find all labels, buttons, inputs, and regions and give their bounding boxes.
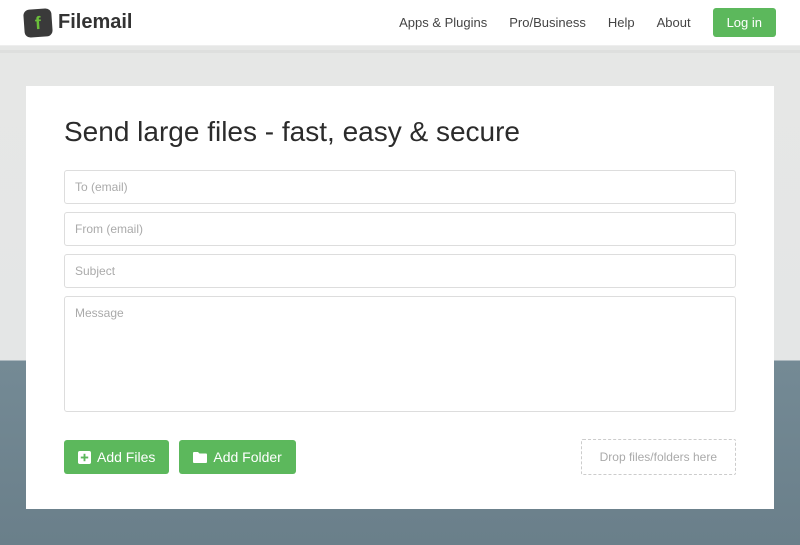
nav: Apps & Plugins Pro/Business Help About L… [399,8,776,37]
from-email-field[interactable] [64,212,736,246]
add-folder-button[interactable]: Add Folder [179,440,295,474]
logo-glyph-icon: f [23,8,53,38]
to-email-field[interactable] [64,170,736,204]
page-title: Send large files - fast, easy & secure [64,116,736,148]
nav-help[interactable]: Help [608,15,635,30]
plus-box-icon [78,451,91,464]
subject-field[interactable] [64,254,736,288]
brand-name: Filemail [58,11,132,34]
login-button[interactable]: Log in [713,8,776,37]
message-field[interactable] [64,296,736,412]
folder-icon [193,451,207,463]
nav-about[interactable]: About [657,15,691,30]
dropzone[interactable]: Drop files/folders here [581,439,736,475]
hero-background: Send large files - fast, easy & secure A… [0,46,800,545]
add-files-label: Add Files [97,449,155,465]
actions-row: Add Files Add Folder Drop files/folders … [64,439,736,475]
header: f Filemail Apps & Plugins Pro/Business H… [0,0,800,46]
add-files-button[interactable]: Add Files [64,440,169,474]
add-folder-label: Add Folder [213,449,281,465]
button-row: Add Files Add Folder [64,440,296,474]
logo[interactable]: f Filemail [24,9,132,37]
send-card: Send large files - fast, easy & secure A… [26,86,774,509]
nav-apps[interactable]: Apps & Plugins [399,15,487,30]
nav-pro[interactable]: Pro/Business [509,15,586,30]
